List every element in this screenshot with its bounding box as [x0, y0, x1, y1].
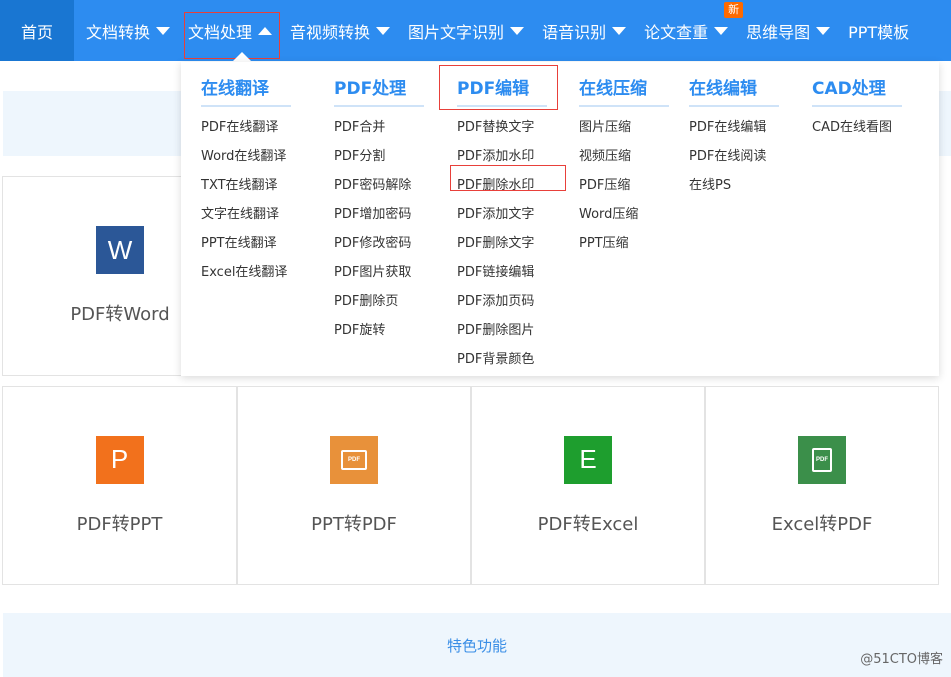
menu-item[interactable]: PDF修改密码 [334, 229, 424, 258]
ppt-to-pdf-glyph: PDF [348, 456, 360, 463]
nav-label: PPT模板 [848, 22, 910, 42]
menu-item[interactable]: PDF链接编辑 [457, 258, 547, 287]
menu-item[interactable]: PDF删除文字 [457, 229, 547, 258]
nav-mindmap[interactable]: 思维导图 [737, 0, 839, 61]
col-title: PDF处理 [334, 72, 424, 107]
word-icon-glyph: W [107, 234, 133, 265]
menu-item[interactable]: PDF分割 [334, 142, 424, 171]
dropdown-menu: 在线翻译 PDF在线翻译 Word在线翻译 TXT在线翻译 文字在线翻译 PPT… [181, 62, 939, 376]
chevron-up-icon [258, 26, 273, 35]
menu-item[interactable]: 文字在线翻译 [201, 200, 291, 229]
menu-item[interactable]: PDF密码解除 [334, 171, 424, 200]
col-title: 在线压缩 [579, 72, 669, 107]
menu-item[interactable]: 视频压缩 [579, 142, 669, 171]
menu-item[interactable]: 图片压缩 [579, 113, 669, 142]
menu-item[interactable]: Word在线翻译 [201, 142, 291, 171]
nav-label: 论文查重 [644, 22, 709, 42]
menu-col-pdf-process: PDF处理 PDF合并 PDF分割 PDF密码解除 PDF增加密码 PDF修改密… [334, 72, 424, 345]
nav-label: 音视频转换 [290, 22, 371, 42]
chevron-down-icon [156, 26, 171, 35]
excel-icon-glyph: E [579, 444, 597, 474]
nav-ocr[interactable]: 图片文字识别 [399, 0, 533, 61]
menu-col-pdf-edit: PDF编辑 PDF替换文字 PDF添加水印 PDF删除水印 PDF添加文字 PD… [457, 72, 547, 374]
menu-item[interactable]: PDF合并 [334, 113, 424, 142]
chevron-down-icon [714, 26, 729, 35]
nav-label: 文档转换 [86, 22, 151, 42]
nav-label: 思维导图 [746, 22, 811, 42]
card-pdf-to-excel[interactable]: E PDF转Excel [471, 386, 705, 585]
word-icon: W [96, 226, 144, 274]
nav-home[interactable]: 首页 [0, 0, 74, 61]
excel-icon: E [564, 435, 612, 484]
nav-doc-convert[interactable]: 文档转换 [74, 0, 179, 61]
nav-label: 语音识别 [542, 22, 607, 42]
chevron-down-icon [376, 26, 391, 35]
card-label: PDF转Word [70, 304, 170, 325]
menu-item[interactable]: PDF图片获取 [334, 258, 424, 287]
menu-item[interactable]: PDF删除页 [334, 287, 424, 316]
col-title: CAD处理 [812, 72, 902, 107]
excel-to-pdf-glyph: PDF [816, 456, 828, 463]
card-label: PPT转PDF [311, 513, 397, 535]
chevron-down-icon [816, 26, 831, 35]
nav-speech[interactable]: 语音识别 [533, 0, 635, 61]
menu-item[interactable]: PDF压缩 [579, 171, 669, 200]
card-row-2: P PDF转PPT PDF PPT转PDF E PDF转Excel PDF Ex… [2, 386, 939, 585]
menu-col-cad: CAD处理 CAD在线看图 [812, 72, 902, 142]
card-label: PDF转Excel [537, 513, 639, 535]
menu-item[interactable]: PDF添加文字 [457, 200, 547, 229]
slide-glyph: PDF [341, 449, 367, 470]
menu-item[interactable]: PDF在线阅读 [689, 142, 779, 171]
nav-label: 图片文字识别 [408, 22, 505, 42]
menu-item[interactable]: PDF旋转 [334, 316, 424, 345]
watermark: @51CTO博客 [860, 652, 943, 667]
menu-item[interactable]: PDF替换文字 [457, 113, 547, 142]
col-title: PDF编辑 [457, 72, 547, 107]
ppt-icon-glyph: P [110, 444, 129, 474]
menu-item[interactable]: PDF删除图片 [457, 316, 547, 345]
menu-item[interactable]: PDF在线翻译 [201, 113, 291, 142]
nav-label: 文档处理 [188, 22, 253, 42]
menu-item[interactable]: PDF添加水印 [457, 142, 547, 171]
menu-item[interactable]: PDF增加密码 [334, 200, 424, 229]
menu-item-remove-watermark[interactable]: PDF删除水印 [457, 171, 547, 200]
chevron-down-icon [510, 26, 525, 35]
col-title: 在线翻译 [201, 72, 291, 107]
menu-item[interactable]: PPT在线翻译 [201, 229, 291, 258]
doc-glyph: PDF [812, 447, 832, 472]
excel-to-pdf-icon: PDF [798, 435, 846, 484]
menu-item[interactable]: Word压缩 [579, 200, 669, 229]
card-label: Excel转PDF [771, 513, 873, 535]
menu-item[interactable]: TXT在线翻译 [201, 171, 291, 200]
menu-item[interactable]: PDF添加页码 [457, 287, 547, 316]
feature-section: 特色功能 [3, 613, 951, 677]
top-nav: 首页 文档转换 文档处理 音视频转换 图片文字识别 语音识别 论文查重 新 思维… [0, 0, 951, 61]
nav-plagiarism[interactable]: 论文查重 新 [635, 0, 744, 61]
card-ppt-to-pdf[interactable]: PDF PPT转PDF [237, 386, 471, 585]
menu-item[interactable]: 在线PS [689, 171, 779, 200]
menu-item[interactable]: CAD在线看图 [812, 113, 902, 142]
nav-ppt-template[interactable]: PPT模板 [839, 0, 909, 61]
menu-item[interactable]: PDF背景颜色 [457, 345, 547, 374]
menu-col-translate: 在线翻译 PDF在线翻译 Word在线翻译 TXT在线翻译 文字在线翻译 PPT… [201, 72, 291, 287]
card-label: PDF转PPT [76, 513, 163, 535]
nav-label: 首页 [20, 22, 53, 42]
menu-item[interactable]: PPT压缩 [579, 229, 669, 258]
ppt-icon: P [95, 435, 144, 484]
nav-doc-process[interactable]: 文档处理 [179, 0, 281, 61]
nav-av-convert[interactable]: 音视频转换 [281, 0, 399, 61]
menu-col-compress: 在线压缩 图片压缩 视频压缩 PDF压缩 Word压缩 PPT压缩 [579, 72, 669, 258]
menu-col-online-edit: 在线编辑 PDF在线编辑 PDF在线阅读 在线PS [689, 72, 779, 200]
menu-pointer [232, 52, 252, 62]
col-title: 在线编辑 [689, 72, 779, 107]
chevron-down-icon [612, 26, 627, 35]
ppt-to-pdf-icon: PDF [330, 435, 378, 484]
menu-item[interactable]: Excel在线翻译 [201, 258, 291, 287]
card-excel-to-pdf[interactable]: PDF Excel转PDF [705, 386, 939, 585]
menu-item[interactable]: PDF在线编辑 [689, 113, 779, 142]
feature-title: 特色功能 [446, 636, 507, 655]
card-pdf-to-ppt[interactable]: P PDF转PPT [2, 386, 237, 585]
